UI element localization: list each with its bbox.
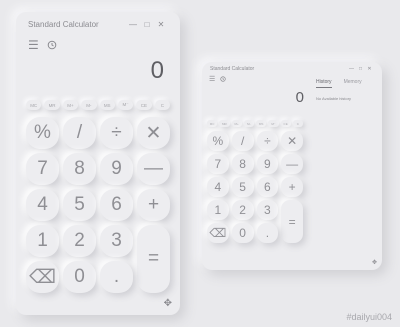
equals-key[interactable]: = <box>137 225 170 293</box>
memory-key[interactable]: CE <box>280 120 291 127</box>
digit-9-key[interactable]: 9 <box>256 154 279 174</box>
multiply-key[interactable]: ✕ <box>281 131 303 151</box>
decimal-key[interactable]: . <box>100 261 133 293</box>
digit-1-key[interactable]: 1 <box>26 225 59 257</box>
memory-row: MC MR M+ M- MS M⁻ CE C <box>207 120 303 127</box>
divide-key[interactable]: ÷ <box>256 131 279 151</box>
hamburger-menu-icon[interactable]: ☰ <box>209 75 215 83</box>
memory-key[interactable]: MR <box>44 100 60 110</box>
digit-7-key[interactable]: 7 <box>207 154 229 174</box>
percent-key[interactable]: % <box>207 131 229 151</box>
divide-key[interactable]: ÷ <box>100 117 133 149</box>
digit-5-key[interactable]: 5 <box>231 177 254 197</box>
digit-9-key[interactable]: 9 <box>100 153 133 185</box>
memory-key[interactable]: MS <box>256 120 267 127</box>
digit-6-key[interactable]: 6 <box>256 177 279 197</box>
memory-key[interactable]: MS <box>99 100 115 110</box>
memory-key[interactable]: MC <box>26 100 42 110</box>
memory-key[interactable]: MC <box>207 120 218 127</box>
digit-8-key[interactable]: 8 <box>63 153 96 185</box>
window-title: Standard Calculator <box>210 66 255 72</box>
history-icon[interactable] <box>47 40 57 50</box>
result-display: 0 <box>150 57 164 84</box>
digit-4-key[interactable]: 4 <box>207 177 229 197</box>
subtract-key[interactable]: — <box>137 153 170 185</box>
digit-1-key[interactable]: 1 <box>207 200 229 220</box>
digit-0-key[interactable]: 0 <box>63 261 96 293</box>
multiply-key[interactable]: ✕ <box>137 117 170 149</box>
hamburger-menu-icon[interactable]: ☰ <box>28 38 39 52</box>
digit-8-key[interactable]: 8 <box>231 154 254 174</box>
memory-key[interactable]: M⁻ <box>117 100 134 110</box>
close-button[interactable]: ✕ <box>154 20 168 29</box>
memory-key[interactable]: M- <box>243 120 254 127</box>
minimize-button[interactable]: — <box>347 66 356 72</box>
calculator-window-large: Standard Calculator — □ ✕ ☰ 0 MC MR M+ M- MS… <box>16 12 180 315</box>
percent-key[interactable]: % <box>26 117 59 149</box>
calculator-window-small: Standard Calculator — □ ✕ ☰ 0 History Me… <box>202 62 382 270</box>
tab-memory[interactable]: Memory <box>344 79 362 85</box>
add-key[interactable]: + <box>137 189 170 221</box>
memory-key[interactable]: M+ <box>231 120 242 127</box>
memory-key[interactable]: MR <box>219 120 230 127</box>
window-title: Standard Calculator <box>28 20 99 29</box>
close-button[interactable]: ✕ <box>365 66 374 72</box>
memory-row: MC MR M+ M- MS M⁻ CE C <box>26 100 170 110</box>
drag-handle-icon[interactable]: ✥ <box>372 259 377 266</box>
backspace-key[interactable]: ⌫ <box>207 223 229 243</box>
history-icon[interactable] <box>220 76 226 82</box>
digit-0-key[interactable]: 0 <box>231 223 254 243</box>
memory-key[interactable]: C <box>154 100 170 110</box>
memory-key[interactable]: M- <box>81 100 97 110</box>
brand-tag: #dailyui004 <box>346 312 392 322</box>
result-display: 0 <box>295 89 304 106</box>
divide-slash-key[interactable]: / <box>231 131 254 151</box>
decimal-key[interactable]: . <box>256 223 279 243</box>
maximize-button[interactable]: □ <box>140 20 154 29</box>
backspace-key[interactable]: ⌫ <box>26 261 59 293</box>
keypad: % / ÷ ✕ 7 8 9— 4 5 6 +1 2 3 = ⌫ 0. <box>26 117 170 293</box>
memory-key[interactable]: C <box>292 120 303 127</box>
digit-6-key[interactable]: 6 <box>100 189 133 221</box>
divide-slash-key[interactable]: / <box>63 117 96 149</box>
maximize-button[interactable]: □ <box>356 66 365 72</box>
equals-key[interactable]: = <box>281 200 303 243</box>
title-bar: Standard Calculator — □ ✕ <box>202 66 382 72</box>
digit-3-key[interactable]: 3 <box>100 225 133 257</box>
title-bar: Standard Calculator — □ ✕ <box>16 20 180 29</box>
digit-2-key[interactable]: 2 <box>63 225 96 257</box>
minimize-button[interactable]: — <box>126 20 140 29</box>
subtract-key[interactable]: — <box>281 154 303 174</box>
memory-key[interactable]: M+ <box>62 100 79 110</box>
history-empty-message: No Available history <box>316 96 352 101</box>
add-key[interactable]: + <box>281 177 303 197</box>
digit-4-key[interactable]: 4 <box>26 189 59 221</box>
digit-3-key[interactable]: 3 <box>256 200 279 220</box>
digit-5-key[interactable]: 5 <box>63 189 96 221</box>
drag-handle-icon[interactable]: ✥ <box>164 298 172 309</box>
active-tab-indicator <box>316 87 332 88</box>
digit-2-key[interactable]: 2 <box>231 200 254 220</box>
memory-key[interactable]: CE <box>136 100 152 110</box>
tab-history[interactable]: History <box>316 79 332 85</box>
digit-7-key[interactable]: 7 <box>26 153 59 185</box>
keypad: % / ÷ ✕ 7 8 9— 4 5 6 +1 2 3 = ⌫ 0. <box>207 131 303 243</box>
memory-key[interactable]: M⁻ <box>268 120 279 127</box>
